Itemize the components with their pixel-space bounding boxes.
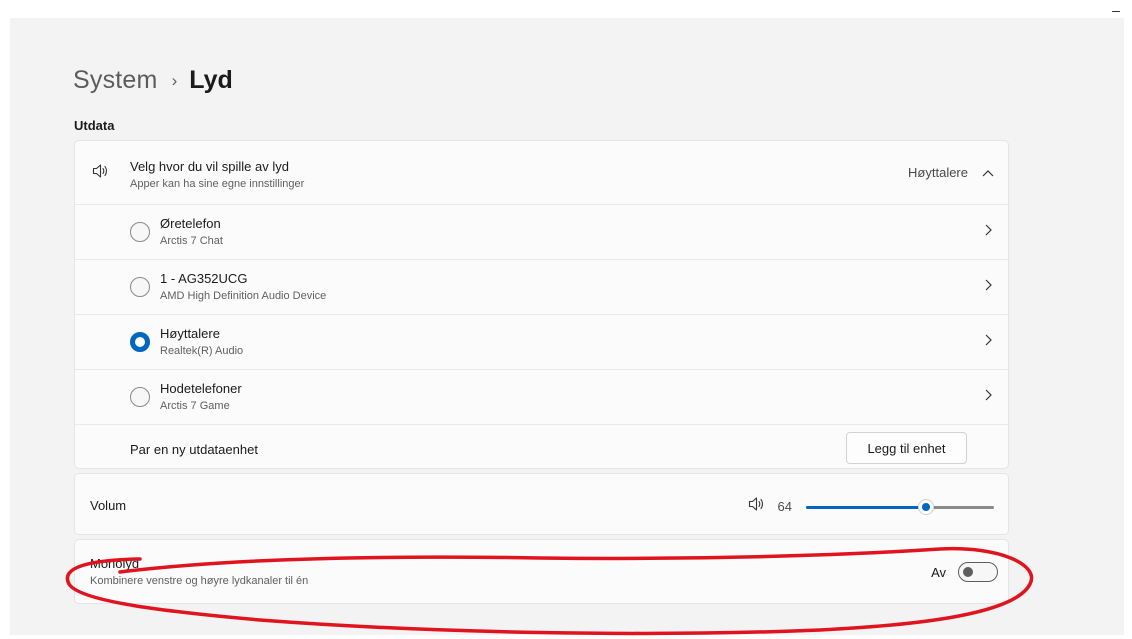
- chevron-right-icon[interactable]: [984, 223, 992, 240]
- mono-audio-toggle[interactable]: [958, 562, 998, 582]
- device-name: Øretelefon: [160, 216, 221, 231]
- slider-thumb[interactable]: [918, 498, 935, 515]
- add-device-button[interactable]: Legg til enhet: [846, 432, 967, 464]
- device-radio[interactable]: [130, 222, 150, 242]
- output-device-card: Velg hvor du vil spille av lyd Apper kan…: [74, 140, 1009, 469]
- output-device-row[interactable]: Høyttalere Realtek(R) Audio: [75, 315, 1008, 369]
- settings-window: System › Lyd Utdata Velg hvor du vil spi…: [10, 18, 1124, 635]
- device-name: Hodetelefoner: [160, 381, 242, 396]
- device-radio[interactable]: [130, 387, 150, 407]
- output-header-subtitle: Apper kan ha sine egne innstillinger: [130, 178, 305, 190]
- device-driver: Arctis 7 Chat: [160, 235, 223, 247]
- chevron-up-icon[interactable]: [982, 166, 994, 180]
- volume-slider[interactable]: [806, 498, 994, 515]
- volume-card: Volum 64: [74, 473, 1009, 535]
- speaker-icon[interactable]: [748, 496, 766, 517]
- title-bar: –: [0, 0, 1132, 18]
- breadcrumb-chevron-icon: ›: [171, 70, 178, 90]
- output-device-header[interactable]: Velg hvor du vil spille av lyd Apper kan…: [75, 141, 1008, 204]
- minimize-button[interactable]: –: [1108, 3, 1124, 17]
- chevron-right-icon[interactable]: [984, 278, 992, 295]
- device-driver: Realtek(R) Audio: [160, 345, 244, 357]
- toggle-knob: [963, 567, 973, 577]
- output-device-row[interactable]: Hodetelefoner Arctis 7 Game: [75, 370, 1008, 424]
- output-device-row[interactable]: Øretelefon Arctis 7 Chat: [75, 205, 1008, 259]
- slider-fill: [806, 505, 927, 509]
- page-title: Lyd: [189, 66, 233, 94]
- device-name: Høyttalere: [160, 326, 220, 341]
- volume-value: 64: [777, 499, 792, 514]
- output-header-title: Velg hvor du vil spille av lyd: [130, 159, 289, 174]
- output-device-row[interactable]: 1 - AG352UCG AMD High Definition Audio D…: [75, 260, 1008, 314]
- device-driver: Arctis 7 Game: [160, 400, 230, 412]
- device-driver: AMD High Definition Audio Device: [160, 290, 327, 302]
- device-name: 1 - AG352UCG: [160, 271, 248, 286]
- mono-subtitle: Kombinere venstre og høyre lydkanaler ti…: [90, 575, 309, 587]
- speaker-icon: [92, 163, 110, 184]
- pair-device-label: Par en ny utdataenhet: [130, 442, 258, 457]
- output-section-label: Utdata: [74, 118, 115, 133]
- pair-new-device-row: Par en ny utdataenhet Legg til enhet: [75, 425, 1008, 473]
- chevron-right-icon[interactable]: [984, 333, 992, 350]
- breadcrumb: System › Lyd: [73, 66, 233, 95]
- mono-audio-card: Monolyd Kombinere venstre og høyre lydka…: [74, 539, 1009, 604]
- breadcrumb-system[interactable]: System: [73, 66, 158, 95]
- mono-title: Monolyd: [90, 556, 140, 571]
- volume-label: Volum: [90, 498, 127, 513]
- device-radio[interactable]: [130, 332, 150, 352]
- chevron-right-icon[interactable]: [984, 388, 992, 405]
- device-radio[interactable]: [130, 277, 150, 297]
- selected-output-value: Høyttalere: [908, 165, 968, 180]
- toggle-state-label: Av: [931, 564, 946, 580]
